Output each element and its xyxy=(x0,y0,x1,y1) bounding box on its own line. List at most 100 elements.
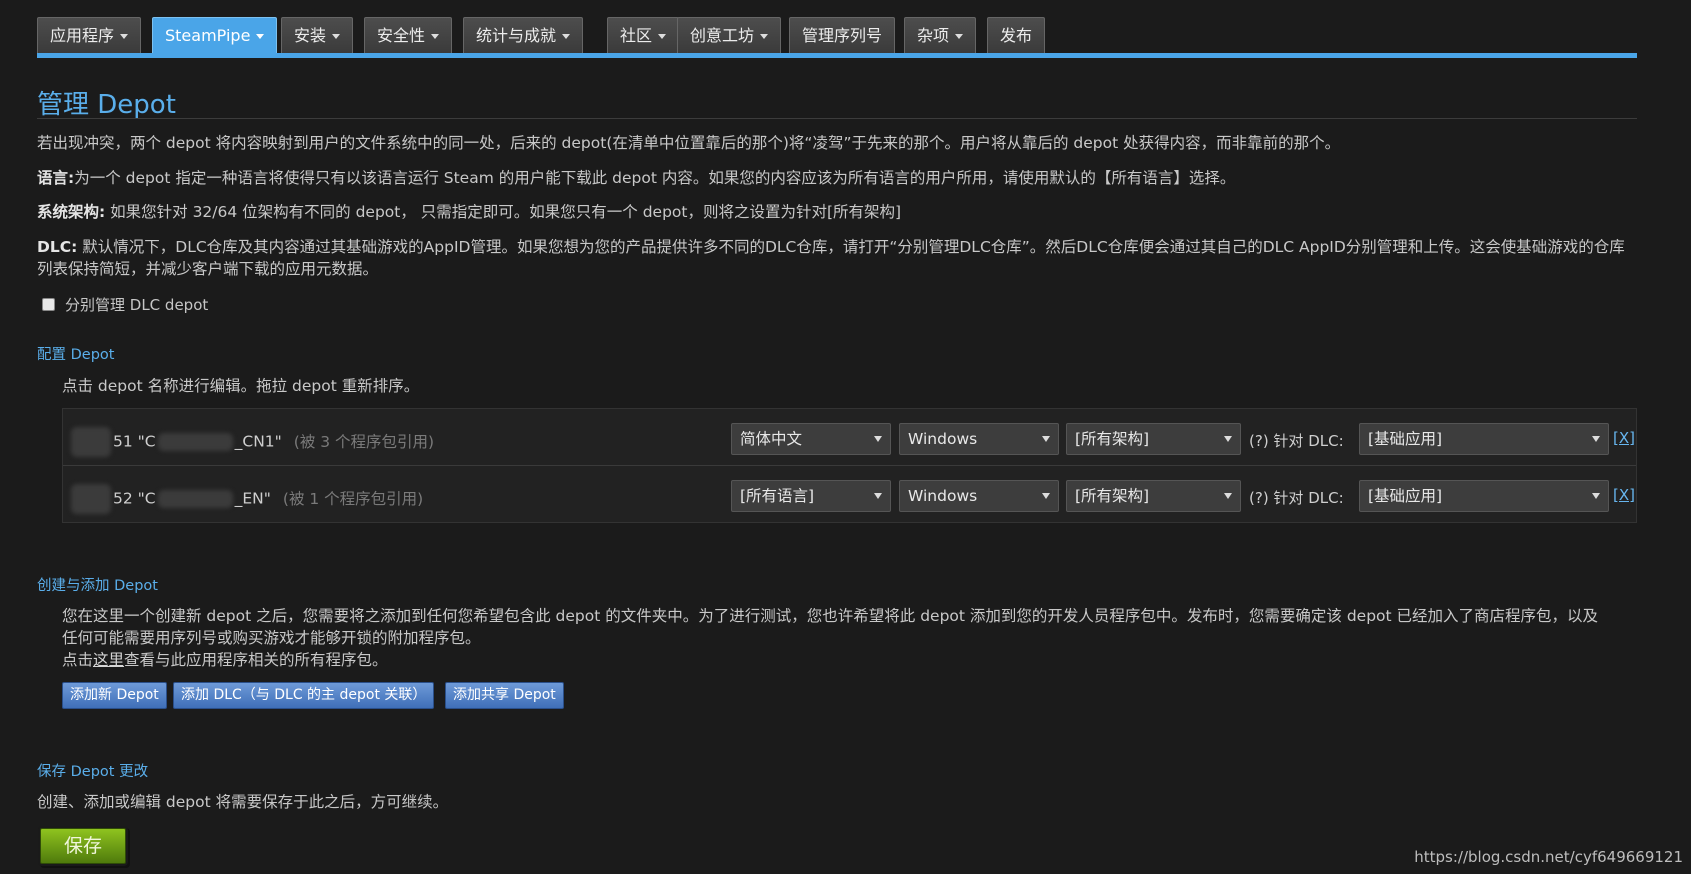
tab-label: 发布 xyxy=(1000,26,1033,45)
dropdown-arrow-icon xyxy=(1042,436,1050,442)
intro-text: 若出现冲突，两个 depot 将内容映射到用户的文件系统中的同一处，后来的 de… xyxy=(37,134,1341,152)
tab-manage-keys[interactable]: 管理序列号 xyxy=(789,17,896,54)
title-divider xyxy=(37,118,1637,119)
dropdown-arrow-icon xyxy=(1592,436,1600,442)
add-dlc-depot-button[interactable]: 添加 DLC（与 DLC 的主 depot 关联） xyxy=(173,682,435,709)
save-depot-text: 创建、添加或编辑 depot 将需要保存于此之后，方可继续。 xyxy=(37,793,449,811)
select-value: [所有架构] xyxy=(1075,430,1150,448)
configure-depot-heading: 配置 Depot xyxy=(37,347,115,363)
save-button[interactable]: 保存 xyxy=(40,828,126,864)
select-value: Windows xyxy=(908,430,978,448)
select-value: [基础应用] xyxy=(1368,487,1443,505)
language-text: 为一个 depot 指定一种语言将使得只有以该语言运行 Steam 的用户能下载… xyxy=(74,169,1236,187)
select-value: [所有语言] xyxy=(740,487,815,505)
chevron-down-icon xyxy=(256,34,265,39)
save-depot-heading: 保存 Depot 更改 xyxy=(37,764,149,780)
depot-id: 51 xyxy=(113,432,133,451)
link-suffix: 查看与此应用程序相关的所有程序包。 xyxy=(124,651,388,669)
dlc-text: 默认情况下，DLC仓库及其内容通过其基础游戏的AppID管理。如果您想为您的产品… xyxy=(37,238,1625,278)
tab-applications[interactable]: 应用程序 xyxy=(37,17,142,54)
dropdown-arrow-icon xyxy=(874,493,882,499)
create-depot-heading: 创建与添加 Depot xyxy=(37,578,158,594)
arch-select[interactable]: [所有架构] xyxy=(1066,423,1241,455)
tab-label: 管理序列号 xyxy=(802,26,883,45)
chevron-down-icon xyxy=(658,34,667,39)
chevron-down-icon xyxy=(562,34,571,39)
tab-label: 创意工坊 xyxy=(690,26,755,45)
link-prefix: 点击 xyxy=(62,651,94,669)
dropdown-arrow-icon xyxy=(1224,493,1232,499)
os-select[interactable]: Windows xyxy=(899,423,1059,455)
dropdown-arrow-icon xyxy=(1224,436,1232,442)
redacted-mask xyxy=(157,490,233,508)
dlc-label: DLC: xyxy=(37,238,78,256)
arch-note: 系统架构: 如果您针对 32/64 位架构有不同的 depot， 只需指定即可。… xyxy=(37,201,1637,223)
watermark-url: https://blog.csdn.net/cyf649669121 xyxy=(1414,848,1683,866)
dlc-help-label[interactable]: (?) 针对 DLC: xyxy=(1249,487,1344,508)
depot-name[interactable]: 51 "C _CN1" (被 3 个程序包引用) xyxy=(71,427,434,457)
dlc-select[interactable]: [基础应用] xyxy=(1359,480,1609,512)
create-depot-text: 您在这里一个创建新 depot 之后，您需要将之添加到任何您希望包含此 depo… xyxy=(62,607,1599,647)
language-select[interactable]: 简体中文 xyxy=(731,423,891,455)
tab-label: 应用程序 xyxy=(50,26,115,45)
dlc-separate-option: 分别管理 DLC depot xyxy=(42,294,208,315)
tab-stats-achievements[interactable]: 统计与成就 xyxy=(463,17,584,54)
tab-label: 统计与成就 xyxy=(476,26,557,45)
depot-name-end: _CN1" xyxy=(234,432,282,451)
remove-depot-link[interactable]: [X] xyxy=(1613,429,1635,447)
dropdown-arrow-icon xyxy=(1042,493,1050,499)
depot-id: 52 xyxy=(113,489,133,508)
tab-label: 安装 xyxy=(294,26,327,45)
arch-label: 系统架构: xyxy=(37,203,106,221)
packages-link-line: 点击这里查看与此应用程序相关的所有程序包。 xyxy=(62,649,388,671)
dlc-help-label[interactable]: (?) 针对 DLC: xyxy=(1249,430,1344,451)
redacted-mask xyxy=(157,433,233,451)
dlc-note: DLC: 默认情况下，DLC仓库及其内容通过其基础游戏的AppID管理。如果您想… xyxy=(37,236,1637,280)
remove-depot-link[interactable]: [X] xyxy=(1613,486,1635,504)
select-value: [所有架构] xyxy=(1075,487,1150,505)
arch-select[interactable]: [所有架构] xyxy=(1066,480,1241,512)
nav-underline xyxy=(37,53,1637,58)
dlc-separate-checkbox[interactable] xyxy=(42,298,55,311)
os-select[interactable]: Windows xyxy=(899,480,1059,512)
depot-name-end: _EN" xyxy=(234,489,271,508)
chevron-down-icon xyxy=(760,34,769,39)
dlc-separate-label: 分别管理 DLC depot xyxy=(65,296,209,314)
language-label: 语言: xyxy=(37,169,75,187)
tab-workshop[interactable]: 创意工坊 xyxy=(677,17,782,54)
redacted-mask xyxy=(71,427,111,457)
dropdown-arrow-icon xyxy=(1592,493,1600,499)
tab-install[interactable]: 安装 xyxy=(281,17,354,54)
tab-label: SteamPipe xyxy=(165,26,251,45)
tab-label: 杂项 xyxy=(917,26,950,45)
arch-text: 如果您针对 32/64 位架构有不同的 depot， 只需指定即可。如果您只有一… xyxy=(110,203,902,221)
add-new-depot-button[interactable]: 添加新 Depot xyxy=(62,682,167,709)
package-count: (被 1 个程序包引用) xyxy=(282,489,424,508)
language-note: 语言:为一个 depot 指定一种语言将使得只有以该语言运行 Steam 的用户… xyxy=(37,167,1637,189)
tab-steampipe[interactable]: SteamPipe xyxy=(152,17,278,54)
add-shared-depot-button[interactable]: 添加共享 Depot xyxy=(445,682,564,709)
dropdown-arrow-icon xyxy=(874,436,882,442)
tab-misc[interactable]: 杂项 xyxy=(904,17,977,54)
tab-label: 安全性 xyxy=(377,26,426,45)
tab-community[interactable]: 社区 xyxy=(607,17,680,54)
chevron-down-icon xyxy=(431,34,440,39)
depot-table: 51 "C _CN1" (被 3 个程序包引用) 简体中文 Windows [所有架… xyxy=(62,408,1637,523)
tab-security[interactable]: 安全性 xyxy=(364,17,453,54)
select-value: 简体中文 xyxy=(740,430,803,448)
dlc-select[interactable]: [基础应用] xyxy=(1359,423,1609,455)
redacted-mask xyxy=(71,484,111,514)
select-value: [基础应用] xyxy=(1368,430,1443,448)
depot-row[interactable]: 52 "C _EN" (被 1 个程序包引用) [所有语言] Windows [所有… xyxy=(63,466,1636,522)
depot-name-start: "C xyxy=(137,489,156,508)
configure-hint: 点击 depot 名称进行编辑。拖拉 depot 重新排序。 xyxy=(62,377,420,395)
depot-name[interactable]: 52 "C _EN" (被 1 个程序包引用) xyxy=(71,484,424,514)
depot-row[interactable]: 51 "C _CN1" (被 3 个程序包引用) 简体中文 Windows [所有架… xyxy=(63,409,1636,466)
tab-label: 社区 xyxy=(620,26,653,45)
language-select[interactable]: [所有语言] xyxy=(731,480,891,512)
packages-link[interactable]: 这里 xyxy=(93,651,124,669)
tab-publish[interactable]: 发布 xyxy=(987,17,1046,54)
page-title: 管理 Depot xyxy=(37,90,176,120)
depot-name-start: "C xyxy=(137,432,156,451)
select-value: Windows xyxy=(908,487,978,505)
